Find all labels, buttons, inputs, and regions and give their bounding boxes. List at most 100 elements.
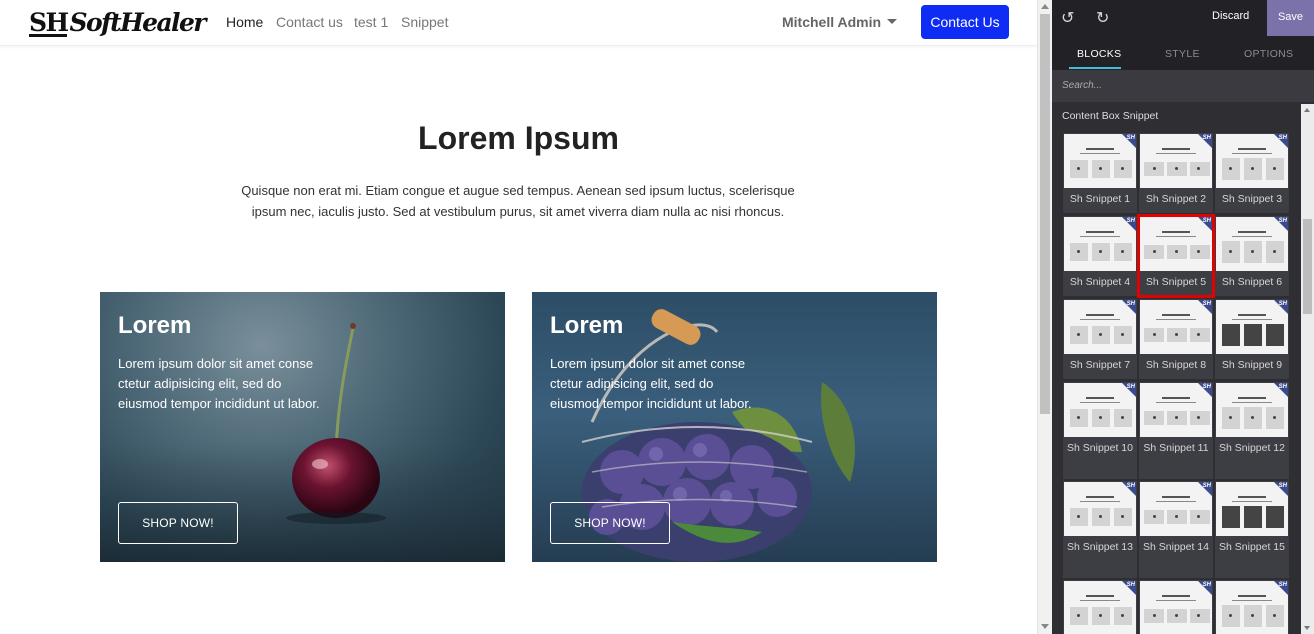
snippet-label: Sh Snippet 15 bbox=[1219, 541, 1285, 553]
nav-home[interactable]: Home bbox=[226, 14, 263, 30]
snippet-item[interactable]: SH Sh Snippet 7 bbox=[1063, 299, 1137, 379]
user-name: Mitchell Admin bbox=[782, 14, 882, 30]
snippet-thumbnail-dot bbox=[1175, 515, 1178, 518]
snippet-thumbnail-dot bbox=[1153, 515, 1156, 518]
snippet-item[interactable]: SH bbox=[1139, 580, 1213, 634]
panel-scrollbar[interactable] bbox=[1301, 104, 1314, 634]
snippet-thumbnail: SH bbox=[1140, 134, 1212, 188]
scroll-up-arrow-icon[interactable] bbox=[1304, 108, 1310, 112]
snippet-thumbnail-dot bbox=[1197, 515, 1200, 518]
snippet-thumbnail: SH bbox=[1216, 383, 1288, 437]
snippet-thumbnail-dot bbox=[1077, 515, 1080, 518]
snippet-badge-text: SH bbox=[1278, 384, 1287, 390]
snippet-item[interactable]: SH Sh Snippet 6 bbox=[1215, 216, 1289, 296]
snippet-label: Sh Snippet 4 bbox=[1069, 276, 1131, 288]
scroll-down-arrow-icon[interactable] bbox=[1304, 626, 1310, 630]
scroll-down-arrow-icon[interactable] bbox=[1041, 624, 1049, 629]
snippet-thumbnail-dot bbox=[1251, 167, 1254, 170]
snippet-thumbnail-dot bbox=[1077, 250, 1080, 253]
snippet-item[interactable]: SH bbox=[1063, 580, 1137, 634]
snippet-thumbnail-block bbox=[1190, 162, 1210, 176]
snippet-thumbnail-dot bbox=[1197, 167, 1200, 170]
snippet-thumbnail: SH bbox=[1216, 581, 1288, 634]
shop-now-button[interactable]: SHOP NOW! bbox=[118, 502, 238, 544]
snippet-item[interactable]: SH Sh Snippet 4 bbox=[1063, 216, 1137, 296]
snippet-badge-text: SH bbox=[1278, 582, 1287, 588]
app-window: SHSoftHealer Home Contact us test 1 Snip… bbox=[0, 0, 1314, 634]
snippet-thumbnail-dot bbox=[1229, 614, 1232, 617]
snippet-label: Sh Snippet 1 bbox=[1069, 193, 1131, 205]
nav-contact-us[interactable]: Contact us bbox=[276, 14, 343, 30]
snippet-thumbnail-dot bbox=[1077, 167, 1080, 170]
shop-now-button[interactable]: SHOP NOW! bbox=[550, 502, 670, 544]
active-tab-indicator bbox=[1069, 67, 1121, 69]
snippet-thumbnail-dot bbox=[1251, 416, 1254, 419]
redo-icon[interactable]: ↻ bbox=[1096, 8, 1109, 28]
snippet-label: Sh Snippet 6 bbox=[1221, 276, 1283, 288]
softhealer-logo[interactable]: SHSoftHealer bbox=[29, 8, 206, 37]
snippet-item[interactable]: SH Sh Snippet 14 bbox=[1139, 481, 1213, 578]
snippet-thumbnail-dot bbox=[1121, 416, 1124, 419]
snippet-thumbnail-dot bbox=[1099, 614, 1102, 617]
snippet-item[interactable]: SH Sh Snippet 2 bbox=[1139, 133, 1213, 213]
tab-options[interactable]: OPTIONS bbox=[1244, 48, 1293, 60]
snippet-thumbnail-dot bbox=[1273, 515, 1276, 518]
snippet-thumbnail-dot bbox=[1273, 250, 1276, 253]
page-scrollbar[interactable] bbox=[1037, 0, 1052, 634]
user-menu[interactable]: Mitchell Admin bbox=[782, 14, 898, 30]
section-title: Content Box Snippet bbox=[1062, 110, 1159, 122]
snippet-item[interactable]: SH Sh Snippet 11 bbox=[1139, 382, 1213, 479]
snippet-thumbnail-dot bbox=[1077, 614, 1080, 617]
snippet-badge-text: SH bbox=[1126, 218, 1135, 224]
snippet-thumbnail-dot bbox=[1099, 416, 1102, 419]
snippet-badge-text: SH bbox=[1202, 301, 1211, 307]
snippet-item[interactable]: SH Sh Snippet 12 bbox=[1215, 382, 1289, 479]
snippet-badge-text: SH bbox=[1202, 135, 1211, 141]
hero-text: Quisque non erat mi. Etiam congue et aug… bbox=[241, 183, 795, 219]
snippet-thumbnail-block bbox=[1190, 411, 1210, 425]
nav-snippet[interactable]: Snippet bbox=[401, 14, 448, 30]
snippet-badge-text: SH bbox=[1126, 483, 1135, 489]
snippet-thumbnail-dot bbox=[1099, 167, 1102, 170]
snippet-thumbnail-dot bbox=[1197, 250, 1200, 253]
nav-test-1[interactable]: test 1 bbox=[354, 14, 388, 30]
snippet-label: Sh Snippet 3 bbox=[1221, 193, 1283, 205]
hero-title: Lorem Ipsum bbox=[418, 120, 619, 156]
discard-button[interactable]: Discard bbox=[1212, 10, 1249, 22]
snippet-thumbnail-dot bbox=[1121, 167, 1124, 170]
snippet-thumbnail: SH bbox=[1140, 383, 1212, 437]
logo-mark: SH bbox=[29, 8, 69, 37]
snippet-item[interactable]: SH Sh Snippet 3 bbox=[1215, 133, 1289, 213]
snippet-item[interactable]: SH Sh Snippet 10 bbox=[1063, 382, 1137, 479]
snippet-item[interactable]: SH bbox=[1215, 580, 1289, 634]
save-button[interactable]: Save bbox=[1267, 0, 1314, 36]
panel-scrollbar-thumb[interactable] bbox=[1303, 219, 1312, 314]
snippet-item[interactable]: SH Sh Snippet 15 bbox=[1215, 481, 1289, 578]
snippet-thumbnail-dot bbox=[1251, 614, 1254, 617]
snippet-thumbnail-dot bbox=[1175, 333, 1178, 336]
snippet-thumbnail-dot bbox=[1229, 250, 1232, 253]
snippet-item[interactable]: SH Sh Snippet 5 bbox=[1137, 214, 1215, 298]
page-scrollbar-thumb[interactable] bbox=[1040, 14, 1050, 414]
contact-us-button[interactable]: Contact Us bbox=[921, 5, 1009, 39]
snippet-item[interactable]: SH Sh Snippet 8 bbox=[1139, 299, 1213, 379]
snippet-item[interactable]: SH Sh Snippet 9 bbox=[1215, 299, 1289, 379]
snippet-badge-text: SH bbox=[1278, 135, 1287, 141]
undo-icon[interactable]: ↺ bbox=[1061, 8, 1074, 28]
snippet-thumbnail-dot bbox=[1121, 614, 1124, 617]
snippet-thumbnail-dot bbox=[1251, 515, 1254, 518]
snippet-item[interactable]: SH Sh Snippet 1 bbox=[1063, 133, 1137, 213]
search-input[interactable]: Search... bbox=[1052, 70, 1314, 102]
snippet-thumbnail-dot bbox=[1121, 250, 1124, 253]
snippet-badge-text: SH bbox=[1202, 384, 1211, 390]
snippet-thumbnail: SH bbox=[1140, 217, 1212, 271]
editor-tabs: BLOCKS STYLE OPTIONS bbox=[1052, 36, 1314, 70]
tab-blocks[interactable]: BLOCKS bbox=[1077, 48, 1121, 60]
snippet-label: Sh Snippet 10 bbox=[1067, 442, 1133, 454]
tab-style[interactable]: STYLE bbox=[1165, 48, 1200, 60]
snippet-thumbnail: SH bbox=[1064, 134, 1136, 188]
scroll-up-arrow-icon[interactable] bbox=[1041, 4, 1049, 9]
snippet-item[interactable]: SH Sh Snippet 13 bbox=[1063, 481, 1137, 578]
snippet-label: Sh Snippet 9 bbox=[1221, 359, 1283, 371]
snippet-thumbnail: SH bbox=[1140, 482, 1212, 536]
